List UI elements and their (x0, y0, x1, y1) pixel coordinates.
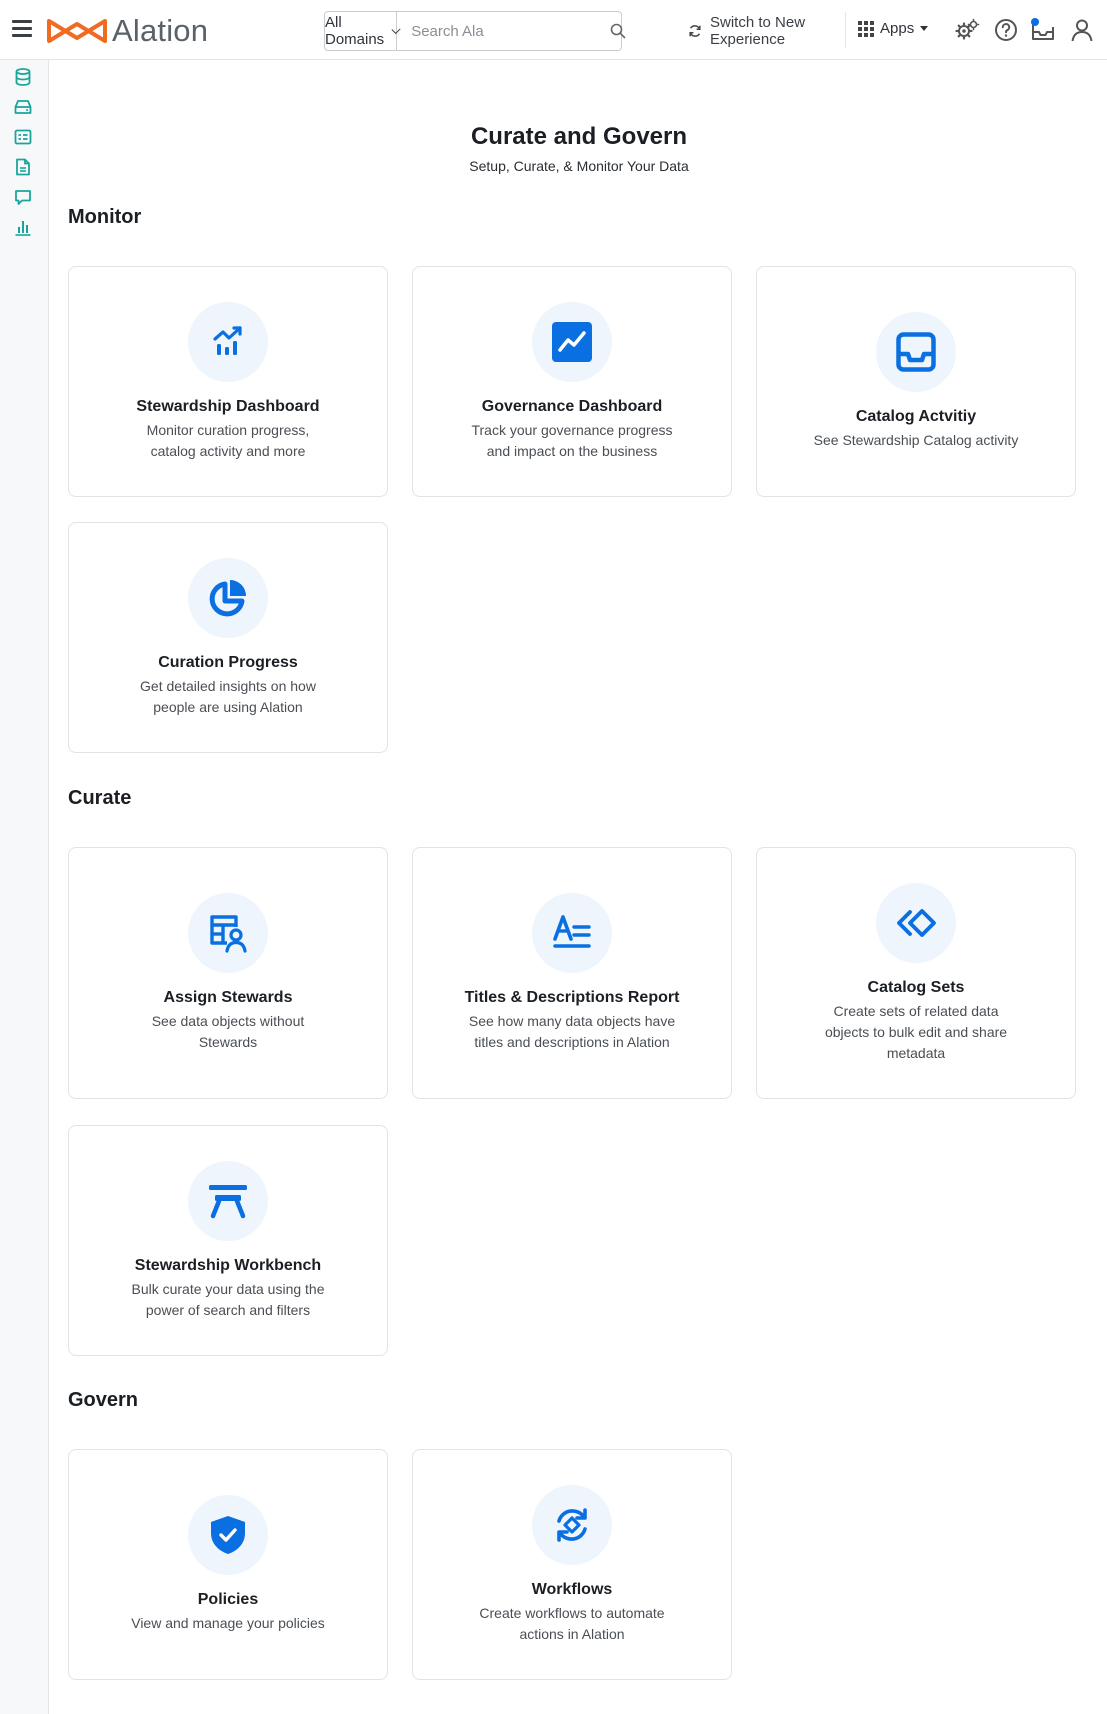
main-content: Curate and Govern Setup, Curate, & Monit… (49, 60, 1107, 1714)
card-title: Stewardship Dashboard (136, 397, 320, 415)
card-title: Catalog Sets (867, 978, 965, 996)
catalog-sets-icon (876, 882, 956, 963)
refresh-icon (689, 25, 701, 37)
assign-user-icon (188, 893, 268, 973)
card-catalog-sets[interactable]: Catalog Sets Create sets of related data… (756, 847, 1076, 1099)
card-description: Track your governance progress and impac… (471, 420, 672, 462)
card-description-line: Monitor curation progress, (146, 421, 310, 438)
caret-down-icon (920, 26, 929, 31)
card-title: Stewardship Workbench (134, 1256, 322, 1274)
card-description-line: Bulk curate your data using the (131, 1280, 325, 1297)
workbench-icon (188, 1160, 268, 1241)
switch-label-line1: Switch to New (710, 14, 806, 31)
apps-grid-icon (858, 20, 874, 37)
storage-icon[interactable] (13, 97, 33, 117)
line-chart-icon (532, 301, 612, 382)
card-workflows[interactable]: Workflows Create workflows to automate a… (412, 1449, 732, 1680)
domains-label: All Domains (325, 14, 385, 48)
switch-experience-button[interactable]: Switch to New Experience (688, 14, 820, 48)
card-description-line: metadata (886, 1044, 946, 1061)
card-description-line: Create sets of related data (833, 1002, 999, 1019)
apps-label: Apps (880, 20, 915, 37)
bar-chart-icon[interactable] (13, 217, 33, 237)
card-description-line: Stewards (198, 1034, 258, 1050)
card-title: Titles & Descriptions Report (464, 989, 680, 1006)
card-policies[interactable]: Policies View and manage your policies (68, 1449, 388, 1680)
topbar-divider (845, 12, 846, 48)
card-description-line: catalog activity and more (150, 442, 306, 459)
card-description-line: titles and descriptions in Alation (474, 1034, 670, 1050)
search-icon[interactable] (610, 12, 626, 50)
notifications-inbox-icon[interactable] (1030, 17, 1056, 43)
top-navigation-bar: Alation All Domains Switch to New Experi… (0, 0, 1107, 60)
text-format-icon (532, 893, 612, 973)
card-description: Create workflows to automate actions in … (479, 1603, 664, 1645)
table-icon[interactable] (13, 127, 33, 147)
page-subtitle: Setup, Curate, & Monitor Your Data (469, 158, 689, 174)
card-title: Governance Dashboard (481, 397, 663, 415)
card-title: Policies (197, 1591, 259, 1608)
page-title: Curate and Govern (470, 123, 688, 150)
card-description: Get detailed insights on how people are … (140, 676, 316, 718)
search-bar: All Domains (324, 11, 626, 51)
card-description: Bulk curate your data using the power of… (131, 1279, 324, 1321)
card-description: See how many data objects have titles an… (469, 1011, 675, 1053)
card-description-line: people are using Alation (153, 698, 303, 715)
apps-menu-button[interactable]: Apps (858, 20, 929, 37)
document-icon[interactable] (13, 157, 33, 177)
section-title-monitor: Monitor (68, 206, 142, 228)
card-description-line: and impact on the business (486, 442, 658, 459)
card-titles-descriptions-report[interactable]: Titles & Descriptions Report See how man… (412, 847, 732, 1099)
hamburger-menu-icon[interactable] (12, 20, 32, 38)
card-stewardship-dashboard[interactable]: Stewardship Dashboard Monitor curation p… (68, 266, 388, 497)
section-title-curate: Curate (68, 787, 132, 809)
card-description-line: Get detailed insights on how (140, 677, 316, 694)
chat-icon[interactable] (13, 187, 33, 207)
card-curation-progress[interactable]: Curation Progress Get detailed insights … (68, 522, 388, 753)
card-description-line: See Stewardship Catalog activity (813, 432, 1019, 448)
user-profile-icon[interactable] (1069, 17, 1095, 43)
inbox-icon (876, 312, 956, 392)
card-description-line: Track your governance progress (471, 421, 673, 438)
card-description-line: See data objects without (151, 1013, 305, 1029)
card-description: See data objects without Stewards (152, 1011, 305, 1053)
domains-dropdown[interactable]: All Domains (325, 12, 400, 50)
switch-label-line2: Experience (710, 31, 786, 48)
trend-chart-icon (188, 301, 268, 382)
card-description-line: objects to bulk edit and share (824, 1023, 1008, 1040)
card-title: Catalog Actvitiy (855, 408, 977, 425)
alation-logo[interactable]: Alation (46, 13, 209, 48)
card-description: View and manage your policies (131, 1613, 325, 1634)
workflow-cycle-icon (532, 1484, 612, 1565)
pie-chart-icon (188, 557, 268, 638)
database-icon[interactable] (13, 67, 33, 87)
card-description-line: See how many data objects have (468, 1013, 676, 1029)
card-description: Monitor curation progress, catalog activ… (147, 420, 310, 462)
card-governance-dashboard[interactable]: Governance Dashboard Track your governan… (412, 266, 732, 497)
shield-check-icon (188, 1495, 268, 1575)
help-icon[interactable] (993, 17, 1019, 43)
card-description-line: power of search and filters (145, 1301, 311, 1318)
settings-gears-icon[interactable] (954, 17, 980, 43)
logo-text: Alation (112, 13, 209, 48)
card-description-line: View and manage your policies (131, 1615, 325, 1631)
card-title: Curation Progress (158, 653, 298, 671)
card-description-line: Create workflows to automate (479, 1604, 665, 1621)
card-title: Assign Stewards (163, 989, 293, 1006)
left-rail (0, 60, 49, 1714)
card-stewardship-workbench[interactable]: Stewardship Workbench Bulk curate your d… (68, 1125, 388, 1356)
card-description: Create sets of related data objects to b… (825, 1001, 1007, 1064)
section-title-govern: Govern (68, 1389, 139, 1411)
card-description: See Stewardship Catalog activity (814, 430, 1019, 451)
alation-logo-mark-icon (47, 19, 107, 43)
card-title: Workflows (531, 1580, 613, 1598)
card-description-line: actions in Alation (519, 1625, 625, 1642)
card-catalog-activity[interactable]: Catalog Actvitiy See Stewardship Catalog… (756, 266, 1076, 497)
search-input[interactable] (397, 12, 611, 50)
card-assign-stewards[interactable]: Assign Stewards See data objects without… (68, 847, 388, 1099)
